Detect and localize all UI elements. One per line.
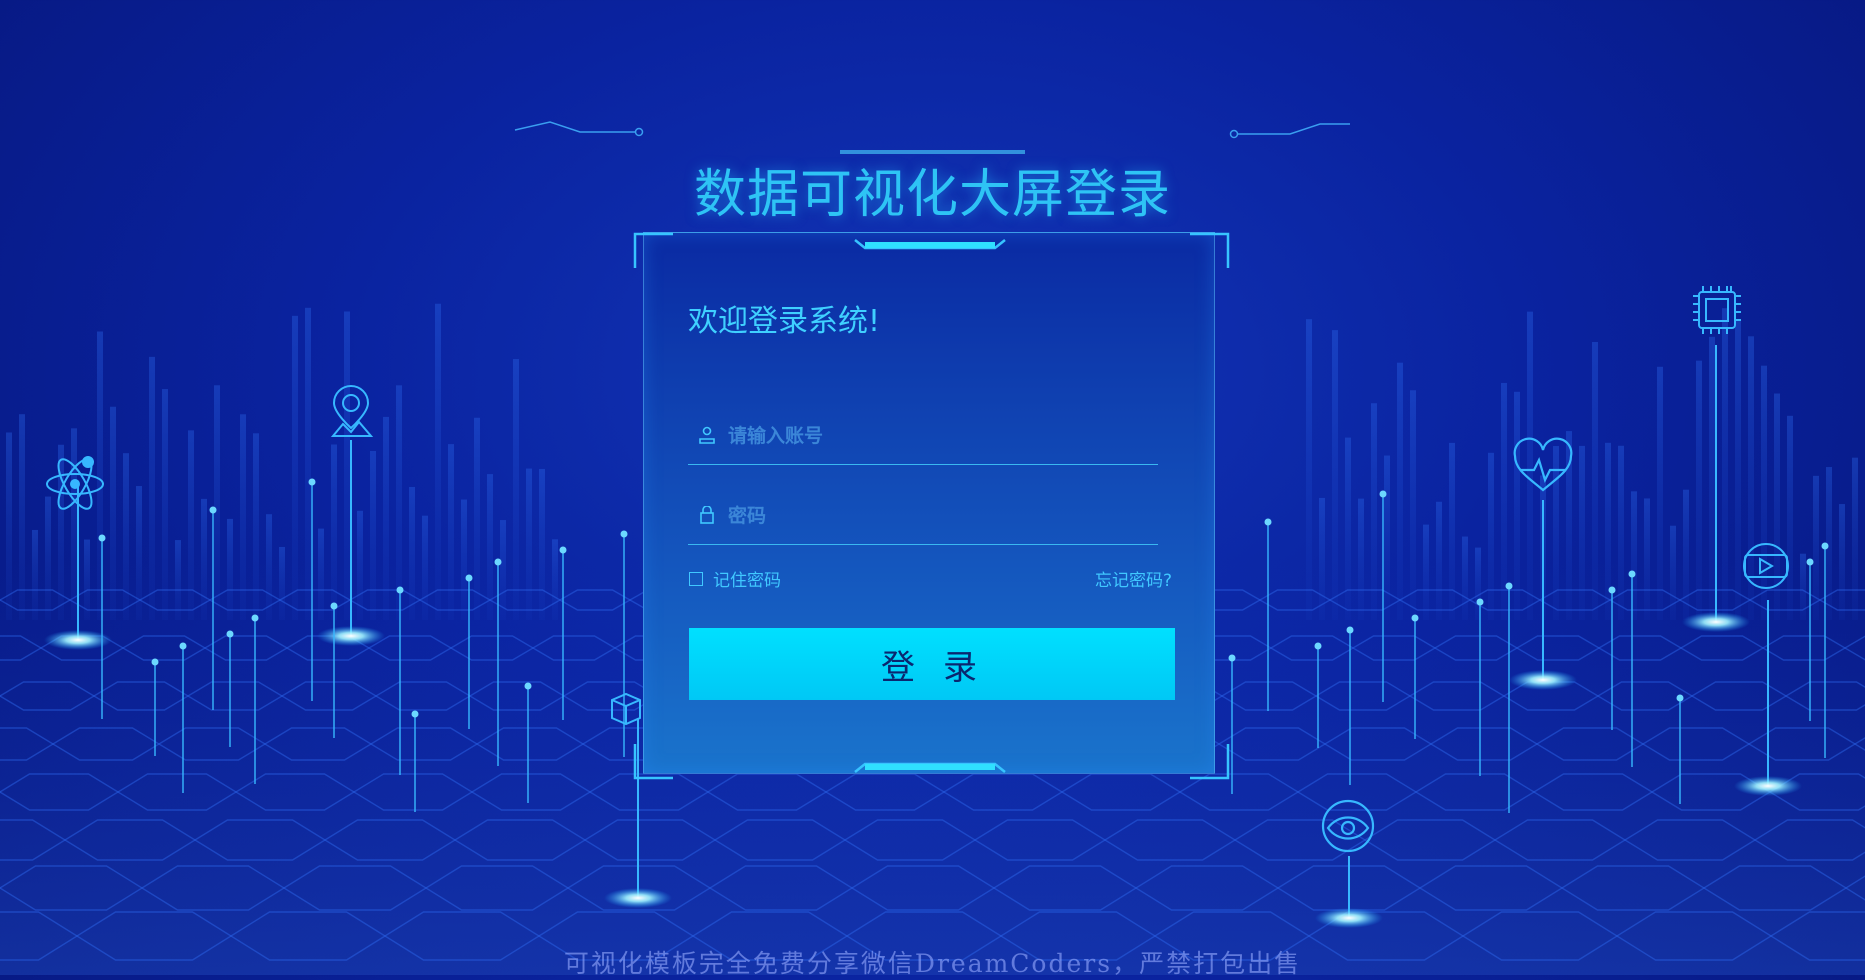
pin-dot	[226, 630, 234, 638]
welcome-heading: 欢迎登录系统!	[688, 304, 881, 339]
password-input[interactable]	[726, 498, 1150, 534]
remember-password[interactable]: 记住密码	[689, 566, 781, 591]
pin-dot	[1228, 654, 1236, 662]
login-button[interactable]: 登录	[689, 628, 1175, 700]
pin-dot	[151, 658, 159, 666]
pin-dot	[1314, 642, 1322, 650]
pin-dot	[1411, 614, 1419, 622]
remember-label: 记住密码	[713, 571, 781, 591]
pin-dot	[1806, 558, 1814, 566]
pin-dot	[209, 506, 217, 514]
pin-dot	[524, 682, 532, 690]
password-field	[688, 484, 1158, 545]
pin-dot	[330, 602, 338, 610]
pin-dot	[1608, 586, 1616, 594]
pin-dot	[1505, 582, 1513, 590]
page-title: 数据可视化大屏登录	[693, 165, 1171, 225]
pin-dot	[1264, 518, 1272, 526]
account-field	[688, 404, 1158, 465]
pin-dot	[98, 534, 106, 542]
forgot-password-link[interactable]: 忘记密码?	[1095, 566, 1172, 591]
pin-dot	[1676, 694, 1684, 702]
circuit-line-left	[514, 121, 644, 137]
pin-dot	[396, 586, 404, 594]
lock-icon	[700, 506, 714, 524]
pin-dot	[251, 614, 259, 622]
pin-dot	[1346, 626, 1354, 634]
pin-dot	[1628, 570, 1636, 578]
remember-checkbox[interactable]	[689, 571, 703, 586]
pin-glow	[604, 888, 672, 908]
user-icon	[699, 426, 715, 444]
pin-glow	[1509, 670, 1577, 690]
location-pin-icon	[330, 384, 374, 437]
chip-icon	[1693, 286, 1741, 334]
circuit-line-right	[1229, 123, 1350, 139]
pin-dot	[411, 710, 419, 718]
pin-dot	[1821, 542, 1829, 550]
pin-dot	[308, 478, 316, 486]
pin-dot	[1476, 598, 1484, 606]
pin-glow	[1734, 776, 1802, 796]
pin-glow	[317, 626, 385, 646]
pin-dot	[465, 574, 473, 582]
pin-dot	[1379, 490, 1387, 498]
pin-glow	[1315, 908, 1383, 928]
pin-dot	[620, 530, 628, 538]
pin-dot	[494, 558, 502, 566]
pin-dot	[559, 546, 567, 554]
pin-glow	[1682, 612, 1750, 632]
pin-dot	[179, 642, 187, 650]
account-input[interactable]	[726, 418, 1150, 454]
